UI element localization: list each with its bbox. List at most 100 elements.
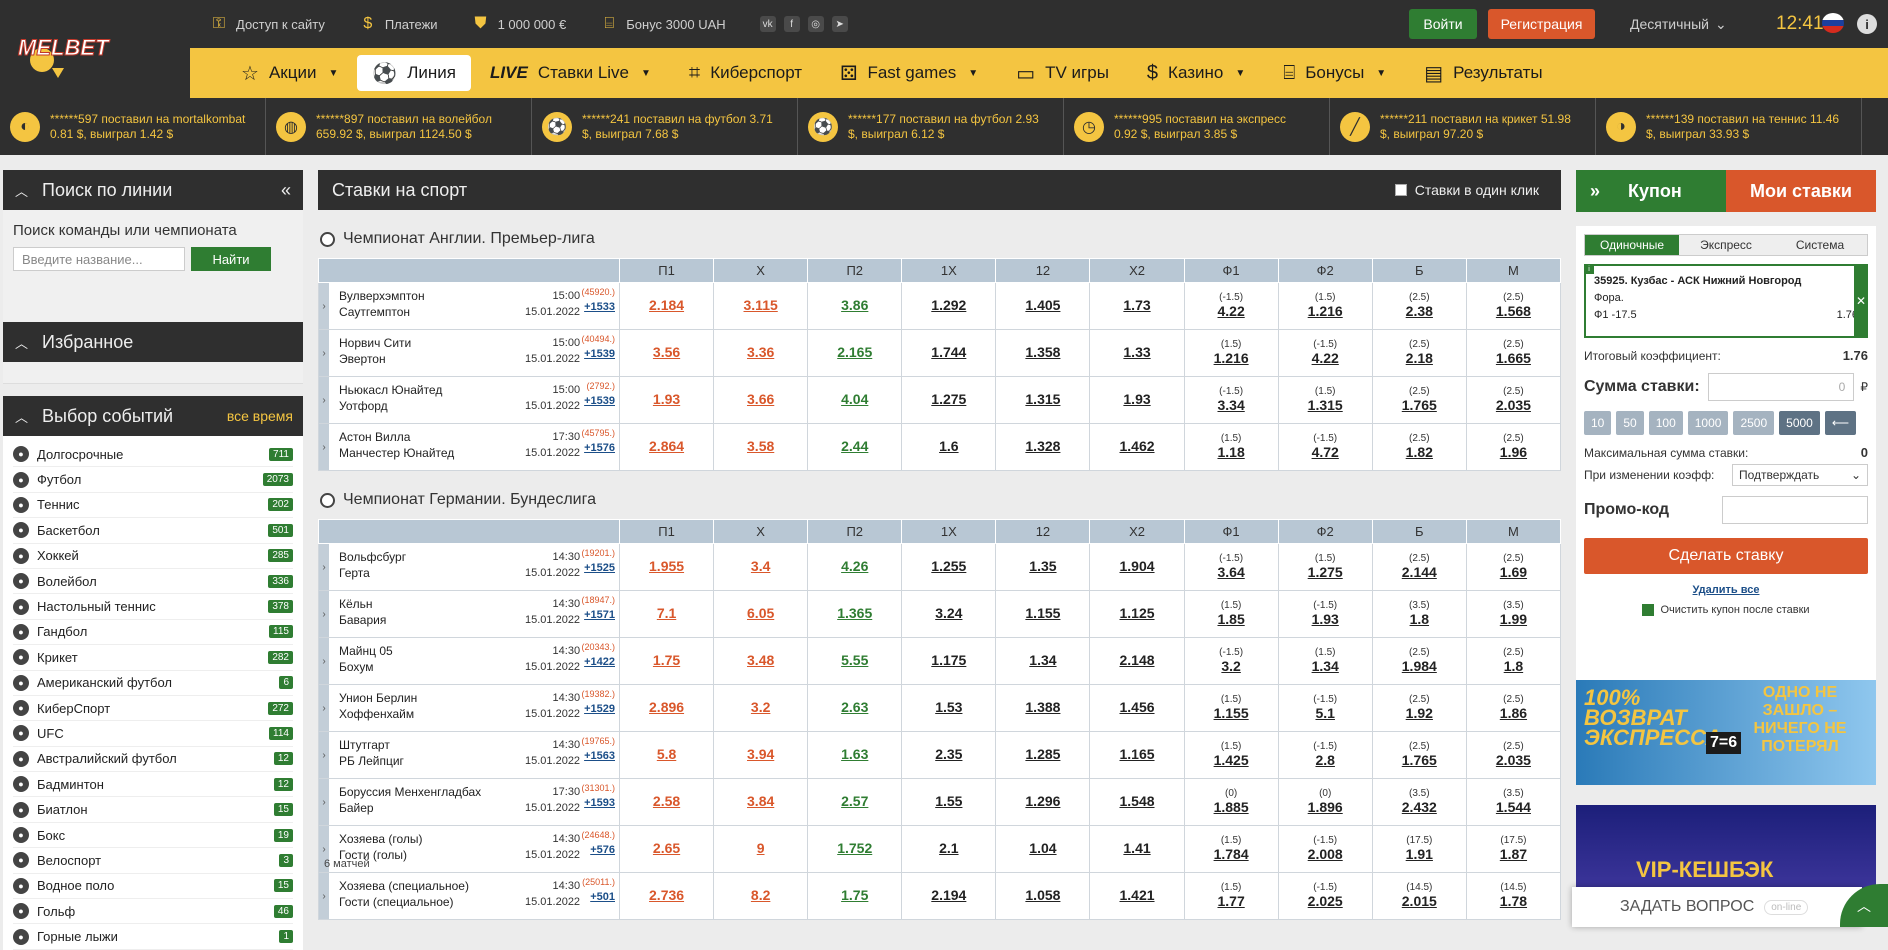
express-refund-banner[interactable]: 100% ВОЗВРАТ ЭКСПРЕССА ОДНО НЕ ЗАШЛО – Н…	[1576, 680, 1876, 785]
odd-button[interactable]: 1.93	[653, 391, 680, 407]
sport-item[interactable]: ● Американский футбол 6	[13, 671, 293, 696]
russian-flag-icon[interactable]	[1822, 13, 1844, 33]
odd-button[interactable]: 3.64	[1217, 564, 1244, 580]
odd-button[interactable]: 1.216	[1308, 303, 1343, 319]
league-title[interactable]: Чемпионат Германии. Бундеслига	[318, 481, 1561, 519]
odd-button[interactable]: 1.405	[1025, 297, 1060, 313]
nav-casino[interactable]: $ Казино ▼	[1128, 55, 1264, 91]
odd-button[interactable]: 3.86	[841, 297, 868, 313]
odd-button[interactable]: 3.115	[744, 297, 778, 313]
odd-button[interactable]: 2.194	[931, 887, 966, 903]
sport-item[interactable]: ● Водное поло 15	[13, 874, 293, 900]
sport-item[interactable]: ● Бокс 19	[13, 823, 293, 849]
nav-line[interactable]: ⚽ Линия	[357, 55, 472, 91]
info-icon[interactable]: i	[1857, 14, 1877, 34]
odd-button[interactable]: 1.744	[931, 344, 966, 360]
backspace-icon[interactable]: ⟵	[1824, 411, 1857, 435]
close-icon[interactable]: ✕	[1854, 264, 1868, 338]
odd-button[interactable]: 1.275	[1308, 564, 1343, 580]
odd-button[interactable]: 1.765	[1402, 397, 1437, 413]
sport-item[interactable]: ● Гандбол 115	[13, 620, 293, 646]
odd-button[interactable]: 1.35	[1029, 558, 1056, 574]
odd-button[interactable]: 1.6	[939, 438, 958, 454]
odd-button[interactable]: 2.38	[1406, 303, 1433, 319]
more-markets[interactable]: (45795.) +1576	[581, 428, 615, 456]
odd-button[interactable]: 2.184	[649, 297, 684, 313]
odd-button[interactable]: 1.784	[1214, 846, 1249, 862]
odd-button[interactable]: 3.2	[1221, 658, 1240, 674]
sport-item[interactable]: ● Футбол 2073	[13, 467, 293, 493]
odd-button[interactable]: 1.96	[1500, 444, 1527, 460]
odd-button[interactable]: 3.84	[747, 793, 774, 809]
expand-icon[interactable]: ›	[319, 638, 329, 684]
expand-icon[interactable]: ›	[319, 424, 329, 470]
odd-button[interactable]: 1.765	[1402, 752, 1437, 768]
more-markets[interactable]: (18947.) +1571	[581, 595, 615, 623]
odd-button[interactable]: 3.4	[751, 558, 770, 574]
expand-icon[interactable]: ›	[319, 873, 329, 919]
odd-button[interactable]: 1.33	[1123, 344, 1150, 360]
vk-icon[interactable]: vk	[759, 16, 776, 32]
ticker-item[interactable]: ⚽ ******241 поставил на футбол 3.71 $, выи…	[532, 98, 798, 155]
odd-button[interactable]: 1.92	[1406, 705, 1433, 721]
odd-button[interactable]: 1.8	[1504, 658, 1523, 674]
ticker-item[interactable]: ╱ ******211 поставил на крикет 51.98 $, вы…	[1330, 98, 1596, 155]
sport-item[interactable]: ● Австралийский футбол 12	[13, 747, 293, 773]
more-markets[interactable]: (40494.) +1539	[581, 334, 615, 362]
odd-button[interactable]: 1.358	[1025, 344, 1060, 360]
odd-button[interactable]: 2.896	[649, 699, 684, 715]
odd-button[interactable]: 1.175	[931, 652, 966, 668]
odd-button[interactable]: 1.04	[1029, 840, 1056, 856]
odds-change-select[interactable]: Подтверждать ⌄	[1732, 464, 1868, 486]
odd-button[interactable]: 2.63	[841, 699, 868, 715]
expand-icon[interactable]: ›	[319, 377, 329, 423]
odd-button[interactable]: 4.22	[1217, 303, 1244, 319]
odd-button[interactable]: 1.85	[1217, 611, 1244, 627]
odd-button[interactable]: 3.34	[1217, 397, 1244, 413]
stake-input[interactable]: 0	[1708, 373, 1855, 401]
sport-item[interactable]: ● Велоспорт 3	[13, 848, 293, 874]
odd-button[interactable]: 1.388	[1025, 699, 1060, 715]
place-bet-button[interactable]: Сделать ставку	[1584, 538, 1868, 574]
odd-button[interactable]: 1.896	[1308, 799, 1343, 815]
odd-button[interactable]: 2.025	[1308, 893, 1343, 909]
odd-button[interactable]: 1.41	[1123, 840, 1150, 856]
match-teams[interactable]: Штутгарт РБ Лейпциг	[339, 738, 404, 769]
more-markets[interactable]: (25011.) +501	[582, 877, 615, 905]
odd-button[interactable]: 1.216	[1214, 350, 1249, 366]
odd-button[interactable]: 6.05	[747, 605, 774, 621]
odd-button[interactable]: 2.432	[1402, 799, 1437, 815]
register-button[interactable]: Регистрация	[1488, 9, 1595, 39]
odd-button[interactable]: 2.035	[1496, 397, 1531, 413]
odd-button[interactable]: 4.72	[1312, 444, 1339, 460]
odd-button[interactable]: 1.82	[1406, 444, 1433, 460]
team-search-input[interactable]: Введите название...	[13, 247, 185, 271]
bet-type-express[interactable]: Экспресс	[1679, 235, 1773, 255]
search-button[interactable]: Найти	[191, 247, 271, 271]
odd-button[interactable]: 1.255	[931, 558, 966, 574]
stake-chip[interactable]: 5000	[1779, 411, 1820, 435]
sport-item[interactable]: ● Волейбол 336	[13, 569, 293, 595]
odd-button[interactable]: 1.752	[837, 840, 872, 856]
match-teams[interactable]: Кёльн Бавария	[339, 597, 386, 628]
more-markets[interactable]: (19382.) +1529	[581, 689, 615, 717]
clear-after-bet-toggle[interactable]: Очистить купон после ставки	[1584, 604, 1868, 616]
sport-item[interactable]: ● Гольф 46	[13, 899, 293, 925]
odd-button[interactable]: 9	[757, 840, 765, 856]
ticker-item[interactable]: ◐ ******597 поставил на mortalkombat 0.81 …	[0, 98, 266, 155]
odd-button[interactable]: 1.155	[1025, 605, 1060, 621]
odds-format-select[interactable]: Десятичный ⌄	[1630, 0, 1727, 48]
sport-item[interactable]: ● Горные лыжи 1	[13, 924, 293, 950]
odd-button[interactable]: 1.53	[935, 699, 962, 715]
nav-esports[interactable]: ⌗ Киберспорт	[670, 55, 821, 91]
odd-button[interactable]: 4.26	[841, 558, 868, 574]
odd-button[interactable]: 1.984	[1402, 658, 1437, 674]
odd-button[interactable]: 1.904	[1119, 558, 1154, 574]
sport-item[interactable]: ● UFC 114	[13, 721, 293, 747]
league-title[interactable]: Чемпионат Англии. Премьер-лига	[318, 220, 1561, 258]
more-markets[interactable]: (2792.) +1539	[584, 381, 615, 409]
odd-button[interactable]: 3.66	[747, 391, 774, 407]
odd-button[interactable]: 1.568	[1496, 303, 1531, 319]
bet-type-single[interactable]: Одиночные	[1585, 235, 1679, 255]
odd-button[interactable]: 1.285	[1025, 746, 1060, 762]
